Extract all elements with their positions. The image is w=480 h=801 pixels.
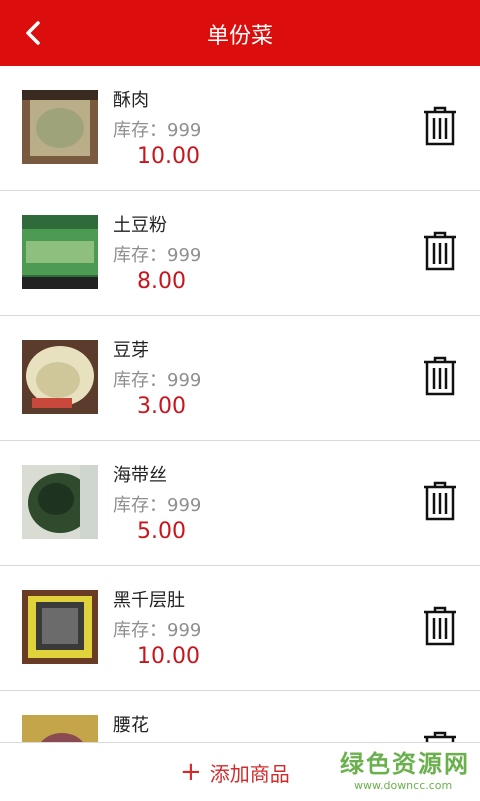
- dish-thumbnail-bean-sprouts: [22, 340, 98, 414]
- trash-icon[interactable]: [422, 106, 458, 146]
- dish-price: 8.00: [137, 269, 186, 294]
- dish-name: 豆芽: [113, 340, 149, 361]
- dish-stock: 库存：999: [113, 120, 202, 141]
- dish-thumbnail-potato-noodles: [22, 215, 98, 289]
- dish-list: 酥肉 库存：999 10.00 土豆粉 库存：999 8.00 豆芽 库存：99…: [0, 66, 480, 742]
- trash-icon[interactable]: [422, 481, 458, 521]
- trash-icon[interactable]: [422, 231, 458, 271]
- dish-stock: 库存：999: [113, 495, 202, 516]
- list-item[interactable]: 豆芽 库存：999 3.00: [0, 316, 480, 441]
- add-product-label: 添加商品: [209, 761, 290, 786]
- plus-icon: +: [180, 757, 202, 787]
- trash-icon[interactable]: [422, 606, 458, 646]
- dish-price: 3.00: [137, 394, 186, 419]
- dish-thumbnail-pork-kidney: [22, 715, 98, 742]
- trash-icon[interactable]: [422, 731, 458, 742]
- dish-name: 腰花: [113, 715, 149, 736]
- dish-stock: 库存：999: [113, 370, 202, 391]
- dish-name: 酥肉: [113, 90, 149, 111]
- list-item[interactable]: 黑千层肚 库存：999 10.00: [0, 566, 480, 691]
- dish-thumbnail-black-tripe: [22, 590, 98, 664]
- list-item[interactable]: 海带丝 库存：999 5.00: [0, 441, 480, 566]
- dish-name: 土豆粉: [113, 215, 167, 236]
- dish-stock: 库存：999: [113, 245, 202, 266]
- dish-price: 10.00: [137, 144, 200, 169]
- dish-price: 10.00: [137, 644, 200, 669]
- dish-thumbnail-kelp-strips: [22, 465, 98, 539]
- dish-name: 黑千层肚: [113, 590, 185, 611]
- watermark-url: www.downcc.com: [354, 779, 453, 792]
- list-item[interactable]: 腰花: [0, 691, 480, 742]
- top-app-bar: 单份菜: [0, 0, 480, 66]
- add-product-button[interactable]: + 添加商品: [180, 755, 290, 789]
- trash-icon[interactable]: [422, 356, 458, 396]
- list-item[interactable]: 土豆粉 库存：999 8.00: [0, 191, 480, 316]
- list-item[interactable]: 酥肉 库存：999 10.00: [0, 66, 480, 191]
- watermark: 绿色资源网 www.downcc.com: [340, 744, 470, 792]
- watermark-title: 绿色资源网: [340, 750, 470, 778]
- dish-name: 海带丝: [113, 465, 167, 486]
- dish-stock: 库存：999: [113, 620, 202, 641]
- dish-thumbnail-fried-pork: [22, 90, 98, 164]
- dish-price: 5.00: [137, 519, 186, 544]
- page-title: 单份菜: [206, 24, 273, 49]
